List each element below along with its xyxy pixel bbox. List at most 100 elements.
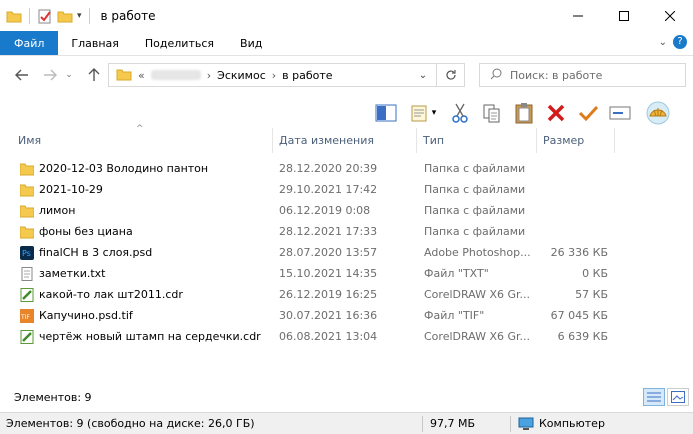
- customize-toolbar-icon[interactable]: ▾: [77, 11, 82, 21]
- back-button[interactable]: [10, 63, 34, 87]
- copy-icon: [483, 104, 500, 123]
- list-item[interactable]: TIF Капучино.psd.tif 30.07.2021 16:36 Фай…: [0, 305, 693, 326]
- folder-icon: [116, 67, 132, 84]
- delete-x-icon: [547, 104, 565, 122]
- copy-button[interactable]: [480, 101, 504, 125]
- select-checkmark-button[interactable]: [576, 101, 600, 125]
- svg-text:Ps: Ps: [22, 249, 31, 258]
- file-type: Adobe Photoshop...: [424, 246, 531, 259]
- file-list: 2020-12-03 Володино пантон 28.12.2020 20…: [0, 158, 693, 347]
- tab-view[interactable]: Вид: [227, 31, 275, 55]
- file-date: 30.07.2021 16:36: [279, 309, 378, 322]
- arrow-right-icon: [44, 69, 57, 81]
- up-button[interactable]: [82, 63, 106, 87]
- file-size: 67 045 КБ: [550, 309, 608, 322]
- file-name: 2021-10-29: [39, 183, 103, 196]
- file-type: Файл "TIF": [424, 309, 485, 322]
- file-name: какой-то лак шт2011.cdr: [39, 288, 183, 301]
- folder-icon: [19, 162, 35, 176]
- list-item[interactable]: 2021-10-29 29.10.2021 17:42 Папка с файл…: [0, 179, 693, 200]
- breadcrumb-overflow[interactable]: «: [138, 69, 145, 82]
- tab-file[interactable]: Файл: [0, 31, 59, 55]
- tab-share[interactable]: Поделиться: [132, 31, 227, 55]
- folder-icon: [19, 225, 35, 239]
- tab-home[interactable]: Главная: [58, 31, 132, 55]
- coreldraw-file-icon: [20, 329, 34, 344]
- recent-locations-button[interactable]: ⌄: [62, 63, 76, 87]
- navigation-bar: ⌄ « › Эскимос › в работе ⌄ Поиск: в рабо…: [0, 56, 693, 94]
- properties-icon[interactable]: [37, 8, 53, 24]
- file-name: фоны без циана: [39, 225, 133, 238]
- status-location: Компьютер: [518, 417, 605, 431]
- command-toolbar: ▾: [374, 98, 670, 128]
- shell-icon: [646, 101, 670, 125]
- file-date: 29.10.2021 17:42: [279, 183, 378, 196]
- properties-icon: [411, 105, 427, 122]
- quick-access-toolbar: ▾: [6, 7, 93, 24]
- forward-button[interactable]: [38, 63, 62, 87]
- search-icon: [490, 68, 502, 83]
- ribbon-right-controls: ⌄ ?: [659, 35, 687, 49]
- file-date: 15.10.2021 14:35: [279, 267, 378, 280]
- column-header-name[interactable]: Имя: [12, 128, 273, 153]
- column-header-size[interactable]: Размер: [537, 128, 615, 153]
- preview-pane-button[interactable]: [374, 101, 398, 125]
- column-header-type[interactable]: Тип: [417, 128, 537, 153]
- paste-button[interactable]: [512, 101, 536, 125]
- list-item[interactable]: заметки.txt 15.10.2021 14:35 Файл "TXT" …: [0, 263, 693, 284]
- status-selection-size: 97,7 МБ: [430, 417, 476, 430]
- delete-button[interactable]: [544, 101, 568, 125]
- breadcrumb-hidden-segment[interactable]: [150, 70, 201, 80]
- address-history-dropdown[interactable]: ⌄: [414, 64, 432, 86]
- coreldraw-file-icon: [20, 287, 34, 302]
- list-item[interactable]: какой-то лак шт2011.cdr 26.12.2019 16:25…: [0, 284, 693, 305]
- status-location-label: Компьютер: [539, 417, 605, 430]
- file-size: 26 336 КБ: [550, 246, 608, 259]
- arrow-up-icon: [88, 68, 100, 81]
- maximize-button[interactable]: [601, 0, 647, 31]
- new-folder-icon[interactable]: [57, 8, 73, 24]
- tif-file-icon: TIF: [20, 308, 34, 323]
- refresh-button[interactable]: [436, 64, 464, 86]
- file-type: Файл "TXT": [424, 267, 489, 280]
- address-bar[interactable]: « › Эскимос › в работе ⌄: [108, 63, 465, 87]
- list-item[interactable]: 2020-12-03 Володино пантон 28.12.2020 20…: [0, 158, 693, 179]
- title-bar: ▾ в работе: [0, 0, 693, 31]
- file-date: 28.12.2021 17:33: [279, 225, 378, 238]
- item-count: Элементов: 9: [14, 391, 92, 404]
- file-name: finalCH в 3 слоя.psd: [39, 246, 153, 259]
- folder-icon: [6, 8, 22, 24]
- breadcrumb-segment-current[interactable]: в работе: [282, 69, 332, 82]
- column-header-type-label: Тип: [423, 134, 445, 147]
- chevron-right-icon[interactable]: ›: [207, 69, 211, 82]
- file-type: Папка с файлами: [424, 162, 526, 175]
- chevron-right-icon[interactable]: ›: [272, 69, 276, 82]
- cut-button[interactable]: [448, 101, 472, 125]
- expand-ribbon-icon[interactable]: ⌄: [659, 37, 667, 48]
- help-icon[interactable]: ?: [673, 35, 687, 49]
- details-view-button[interactable]: [643, 388, 665, 406]
- minimize-button[interactable]: [555, 0, 601, 31]
- list-item[interactable]: Ps finalCH в 3 слоя.psd 28.07.2020 13:57 …: [0, 242, 693, 263]
- search-box[interactable]: Поиск: в работе: [479, 63, 686, 87]
- column-header-size-label: Размер: [543, 134, 585, 147]
- list-item[interactable]: лимон 06.12.2019 0:08 Папка с файлами: [0, 200, 693, 221]
- list-item[interactable]: чертёж новый штамп на сердечки.cdr 06.08…: [0, 326, 693, 347]
- folder-icon: [19, 204, 35, 218]
- large-icons-view-icon: [671, 391, 685, 403]
- large-icons-view-button[interactable]: [667, 388, 689, 406]
- list-item[interactable]: фоны без циана 28.12.2021 17:33 Папка с …: [0, 221, 693, 242]
- rename-button[interactable]: [608, 101, 632, 125]
- breadcrumb-segment-eskimos[interactable]: Эскимос: [217, 69, 266, 82]
- file-date: 28.12.2020 20:39: [279, 162, 378, 175]
- file-date: 06.08.2021 13:04: [279, 330, 378, 343]
- shell-button[interactable]: [646, 101, 670, 125]
- properties-button[interactable]: ▾: [406, 101, 440, 125]
- breadcrumb: « › Эскимос › в работе: [116, 67, 333, 84]
- window-title: в работе: [100, 8, 156, 23]
- close-button[interactable]: [647, 0, 693, 31]
- ribbon-tabs: Файл Главная Поделиться Вид ⌄ ?: [0, 31, 693, 56]
- column-header-date[interactable]: Дата изменения: [273, 128, 417, 153]
- divider: [510, 416, 511, 432]
- scissors-icon: [452, 103, 468, 123]
